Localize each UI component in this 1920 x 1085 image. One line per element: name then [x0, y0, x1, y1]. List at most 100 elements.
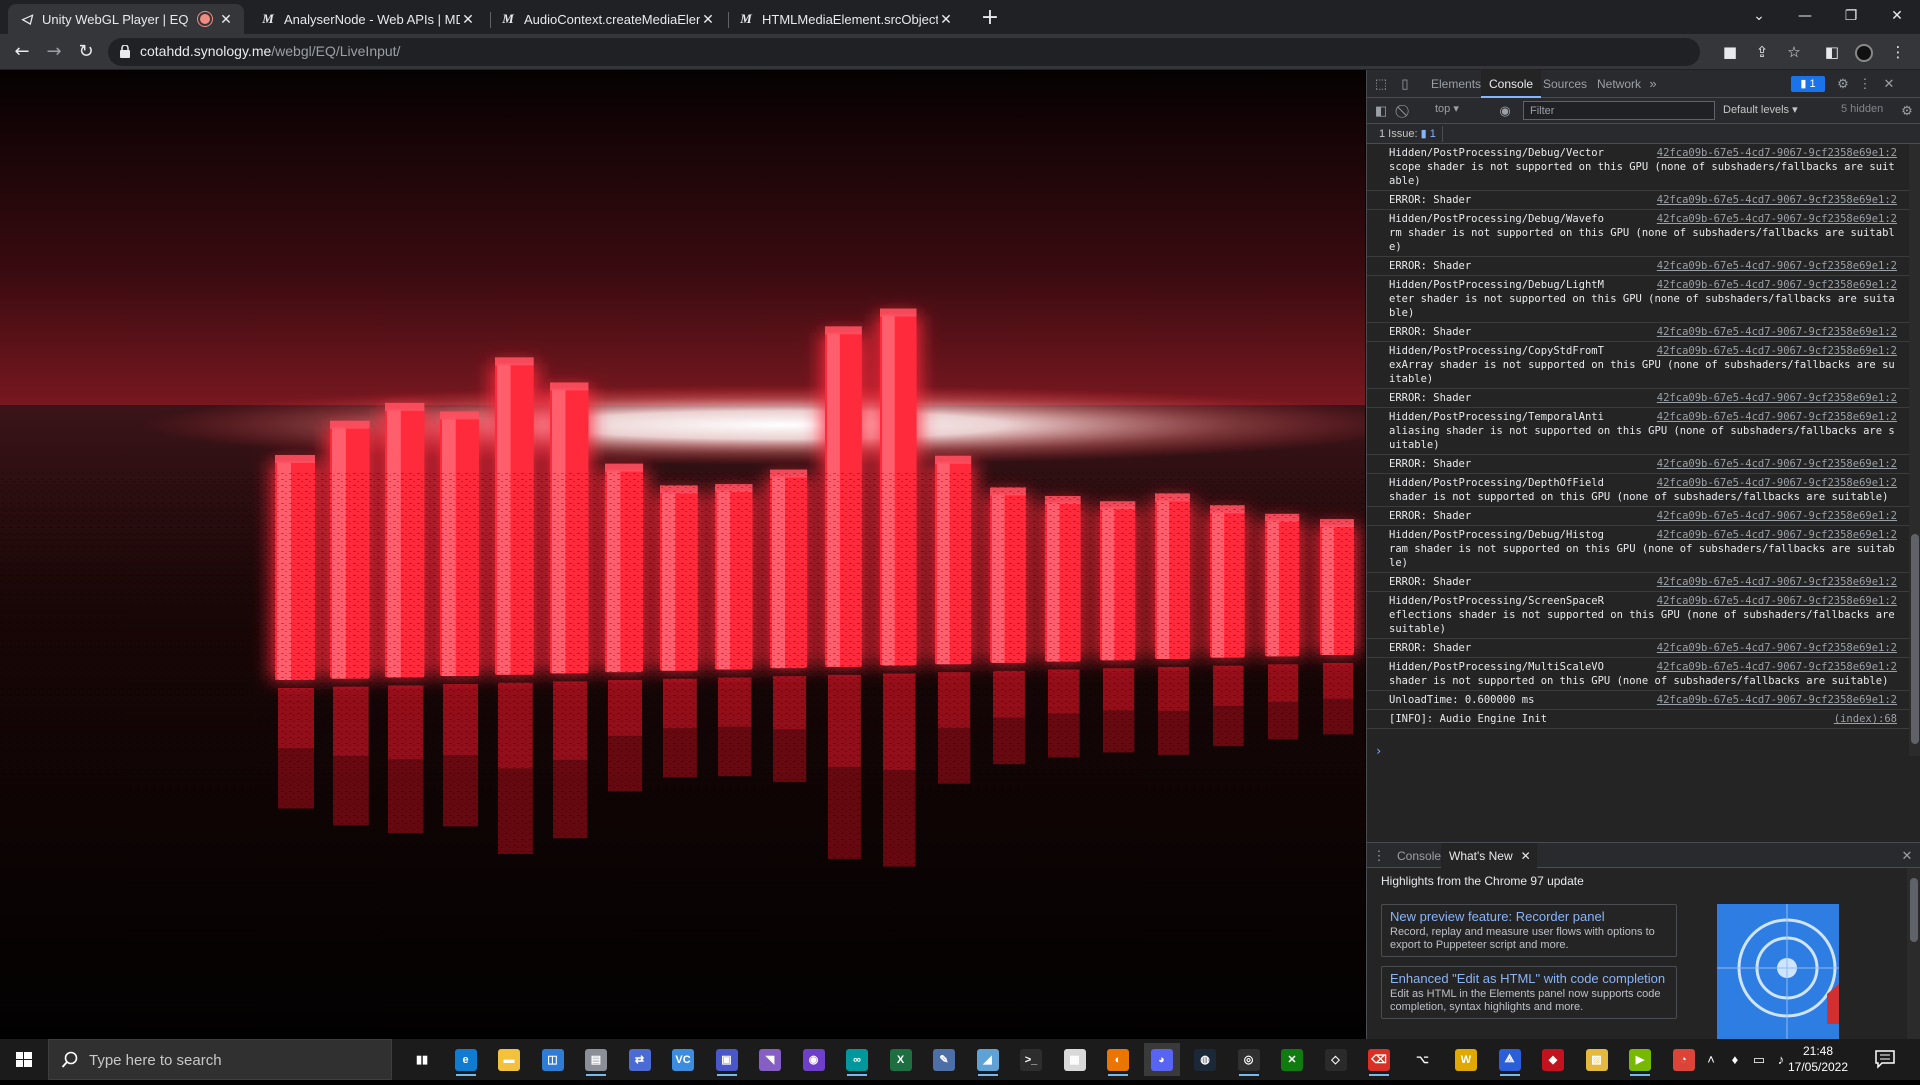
tab-search-icon[interactable]: ⌄ — [1736, 0, 1782, 32]
console-message-source-link[interactable]: 42fca09b-67e5-4cd7-9067-9cf2358e69e1:2 — [1652, 594, 1897, 608]
back-button[interactable]: ← — [8, 38, 36, 66]
tab-createmediaelement[interactable]: M AudioContext.createMediaEleme ✕ — [490, 4, 726, 34]
card-title[interactable]: New preview feature: Recorder panel — [1390, 909, 1668, 924]
close-drawer-icon[interactable]: ✕ — [1897, 846, 1917, 866]
taskbar-app-discord[interactable]: ◕ — [1143, 1043, 1180, 1076]
whats-new-card-recorder[interactable]: New preview feature: Recorder panel Reco… — [1381, 904, 1677, 957]
drawer-menu-icon[interactable]: ⋮ — [1369, 846, 1389, 866]
close-tab-icon[interactable]: ✕ — [700, 11, 716, 28]
console-settings-gear-icon[interactable]: ⚙ — [1897, 101, 1917, 121]
taskbar-app-chrome[interactable]: ◔ — [1666, 1043, 1702, 1076]
console-message-source-link[interactable]: 42fca09b-67e5-4cd7-9067-9cf2358e69e1:2 — [1652, 278, 1897, 292]
settings-gear-icon[interactable]: ⚙ — [1833, 74, 1853, 94]
device-toolbar-icon[interactable]: ▯ — [1395, 74, 1415, 94]
taskbar-app-visual-studio[interactable]: ◥ — [752, 1043, 788, 1076]
taskbar-app-blender[interactable]: ◐ — [1100, 1043, 1136, 1076]
network-icon[interactable]: ▭ — [1750, 1051, 1768, 1069]
taskbar-app-xbox[interactable]: ✕ — [1274, 1043, 1310, 1076]
issues-link[interactable]: 1 Issue: ▮ 1 — [1373, 126, 1443, 142]
tab-analysernode[interactable]: M AnalyserNode - Web APIs | MDN ✕ — [250, 4, 486, 34]
whats-new-card-edit-html[interactable]: Enhanced "Edit as HTML" with code comple… — [1381, 966, 1677, 1019]
console-message-source-link[interactable]: 42fca09b-67e5-4cd7-9067-9cf2358e69e1:2 — [1652, 528, 1897, 542]
close-tab-icon[interactable]: ✕ — [218, 11, 234, 28]
tab-elements[interactable]: Elements — [1423, 70, 1489, 98]
taskbar-app-network-app[interactable]: ⇄ — [622, 1043, 658, 1076]
camera-icon[interactable]: ■ — [1718, 40, 1742, 64]
console-prompt[interactable]: › — [1375, 744, 1382, 756]
new-tab-button[interactable]: + — [976, 4, 1004, 32]
tab-srcobject[interactable]: M HTMLMediaElement.srcObject - W ✕ — [728, 4, 964, 34]
webgl-canvas[interactable] — [0, 70, 1365, 1039]
console-message-source-link[interactable]: 42fca09b-67e5-4cd7-9067-9cf2358e69e1:2 — [1652, 575, 1897, 589]
taskbar-app-word[interactable]: W — [1448, 1043, 1484, 1076]
profile-avatar[interactable] — [1852, 40, 1876, 64]
console-message-source-link[interactable]: 42fca09b-67e5-4cd7-9067-9cf2358e69e1:2 — [1652, 410, 1897, 424]
devtools-menu-icon[interactable]: ⋮ — [1855, 74, 1875, 94]
close-tab-icon[interactable]: ✕ — [460, 11, 476, 28]
console-message-source-link[interactable]: (index):68 — [1829, 712, 1897, 726]
console-message-source-link[interactable]: 42fca09b-67e5-4cd7-9067-9cf2358e69e1:2 — [1652, 641, 1897, 655]
taskbar-app-github[interactable]: ◉ — [796, 1043, 832, 1076]
taskbar-app-file-explorer[interactable]: ▬ — [491, 1043, 527, 1076]
console-message-source-link[interactable]: 42fca09b-67e5-4cd7-9067-9cf2358e69e1:2 — [1652, 457, 1897, 471]
more-tabs-icon[interactable]: » — [1643, 74, 1663, 94]
bookmark-star-icon[interactable]: ☆ — [1782, 40, 1806, 64]
taskbar-app-nvidia[interactable]: ▶ — [1622, 1043, 1658, 1076]
taskbar-app-printer-app[interactable]: ▤ — [578, 1043, 614, 1076]
clear-console-icon[interactable]: ⃠ — [1395, 101, 1415, 121]
taskbar-app-file[interactable]: ▦ — [1057, 1043, 1093, 1076]
start-button[interactable] — [0, 1039, 48, 1080]
taskbar-app-krita[interactable]: ✎ — [926, 1043, 962, 1076]
drawer-tab-whats-new[interactable]: What's New ✕ — [1441, 843, 1537, 869]
taskbar-app-store[interactable]: ◫ — [535, 1043, 571, 1076]
close-tab-icon[interactable]: ✕ — [938, 11, 954, 28]
taskbar-app-teams-like[interactable]: ▣ — [709, 1043, 745, 1076]
microphone-icon[interactable]: ♦ — [1726, 1051, 1744, 1069]
address-bar[interactable]: cotahdd.synology.me/webgl/EQ/LiveInput/ — [108, 38, 1700, 66]
taskbar-search[interactable]: Type here to search — [48, 1039, 392, 1080]
tab-sources[interactable]: Sources — [1535, 70, 1595, 98]
console-message-source-link[interactable]: 42fca09b-67e5-4cd7-9067-9cf2358e69e1:2 — [1652, 344, 1897, 358]
taskbar-app-task-view[interactable]: ▮▮ — [404, 1043, 440, 1076]
close-window-button[interactable]: ✕ — [1874, 0, 1920, 32]
side-panel-icon[interactable]: ◧ — [1820, 40, 1844, 64]
tab-network[interactable]: Network — [1589, 70, 1649, 98]
live-expression-eye-icon[interactable]: ◉ — [1495, 101, 1515, 121]
system-clock[interactable]: 21:48 17/05/2022 — [1778, 1043, 1858, 1075]
share-icon[interactable]: ⇪ — [1750, 40, 1774, 64]
console-scrollbar[interactable] — [1909, 144, 1920, 756]
console-scroll-thumb[interactable] — [1911, 534, 1919, 744]
context-selector[interactable]: top ▾ — [1435, 102, 1459, 115]
tab-unity-webgl[interactable]: ◁ Unity WebGL Player | EQ Live ✕ — [8, 4, 244, 34]
console-message-source-link[interactable]: 42fca09b-67e5-4cd7-9067-9cf2358e69e1:2 — [1652, 391, 1897, 405]
log-levels-dropdown[interactable]: Default levels ▾ — [1723, 103, 1798, 116]
taskbar-app-arduino[interactable]: ∞ — [839, 1043, 875, 1076]
drawer-scroll-thumb[interactable] — [1910, 878, 1918, 942]
taskbar-app-steam[interactable]: ◍ — [1187, 1043, 1223, 1076]
console-message-source-link[interactable]: 42fca09b-67e5-4cd7-9067-9cf2358e69e1:2 — [1652, 693, 1897, 707]
sidebar-toggle-icon[interactable]: ◧ — [1371, 101, 1391, 121]
close-drawer-tab-icon[interactable]: ✕ — [1521, 843, 1531, 869]
inspect-element-icon[interactable]: ⬚ — [1371, 74, 1391, 94]
taskbar-app-edge[interactable]: e — [448, 1043, 484, 1076]
console-message-source-link[interactable]: 42fca09b-67e5-4cd7-9067-9cf2358e69e1:2 — [1652, 660, 1897, 674]
tab-console[interactable]: Console — [1481, 70, 1542, 98]
console-filter-input[interactable] — [1523, 101, 1715, 120]
browser-menu-icon[interactable]: ⋮ — [1886, 40, 1910, 64]
taskbar-app-obs[interactable]: ◎ — [1231, 1043, 1267, 1076]
close-devtools-icon[interactable]: ✕ — [1879, 74, 1899, 94]
restore-button[interactable]: ❐ — [1828, 0, 1874, 32]
console-message-source-link[interactable]: 42fca09b-67e5-4cd7-9067-9cf2358e69e1:2 — [1652, 509, 1897, 523]
console-message-source-link[interactable]: 42fca09b-67e5-4cd7-9067-9cf2358e69e1:2 — [1652, 212, 1897, 226]
reload-button[interactable]: ↻ — [72, 38, 100, 66]
console-message-source-link[interactable]: 42fca09b-67e5-4cd7-9067-9cf2358e69e1:2 — [1652, 325, 1897, 339]
console-message-source-link[interactable]: 42fca09b-67e5-4cd7-9067-9cf2358e69e1:2 — [1652, 146, 1897, 160]
taskbar-app-excel[interactable]: X — [883, 1043, 919, 1076]
drawer-scrollbar[interactable] — [1907, 868, 1920, 1039]
notification-center-icon[interactable] — [1874, 1049, 1896, 1069]
taskbar-app-unity-hub[interactable]: ⌥ — [1405, 1043, 1441, 1076]
console-message-source-link[interactable]: 42fca09b-67e5-4cd7-9067-9cf2358e69e1:2 — [1652, 476, 1897, 490]
taskbar-app-unity[interactable]: ◇ — [1318, 1043, 1354, 1076]
card-title[interactable]: Enhanced "Edit as HTML" with code comple… — [1390, 971, 1668, 986]
taskbar-app-red-app[interactable]: ◆ — [1535, 1043, 1571, 1076]
